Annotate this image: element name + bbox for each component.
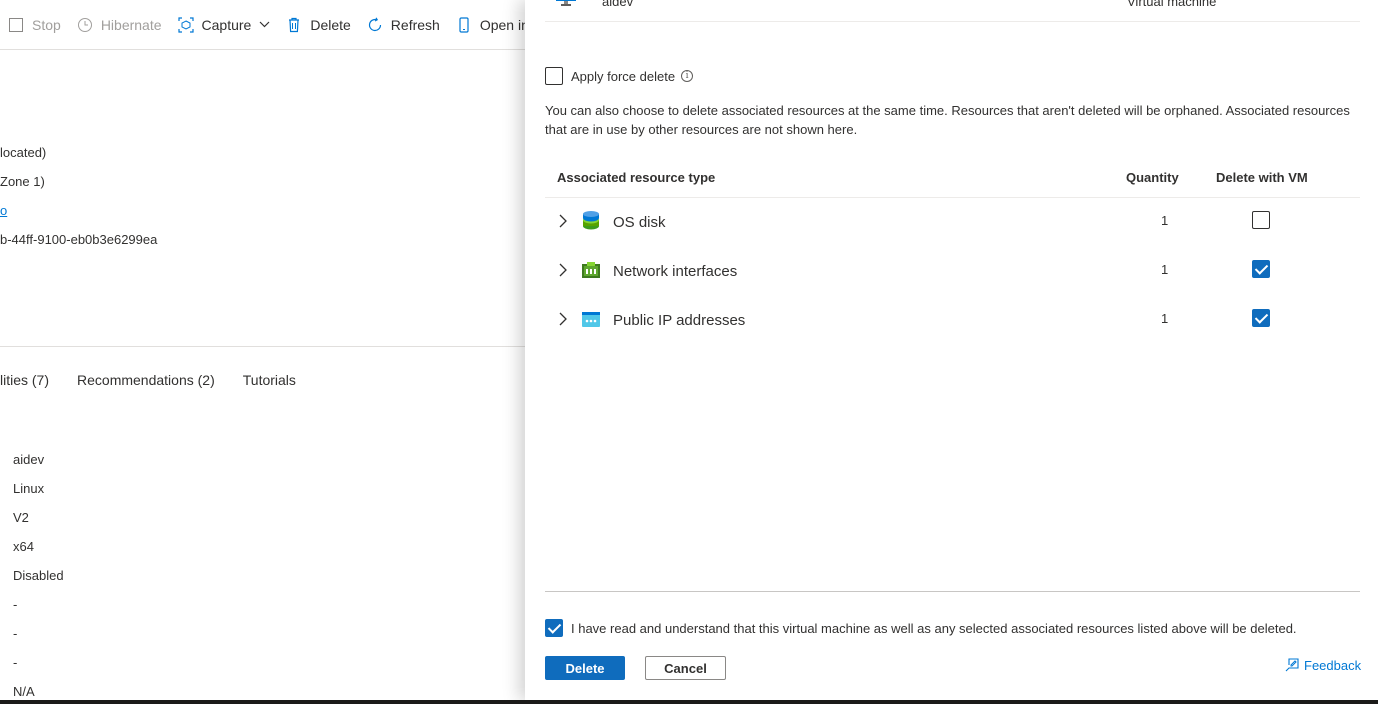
resource-type-name: Network interfaces — [613, 263, 738, 280]
chevron-down-icon — [259, 19, 270, 31]
force-delete-row: Apply force delete i — [545, 67, 694, 85]
stop-label: Stop — [32, 16, 61, 33]
open-in-mobile-label: Open in mo — [479, 16, 525, 33]
delete-vm-panel: aidev Virtual machine Apply force delete… — [525, 0, 1378, 700]
table-row: Network interfaces 1 — [545, 247, 1360, 296]
feedback-icon — [1285, 658, 1299, 672]
associated-resources-description: You can also choose to delete associated… — [545, 103, 1350, 137]
refresh-label: Refresh — [390, 16, 440, 33]
tab-tutorials[interactable]: Tutorials — [243, 372, 296, 400]
resource-quantity: 1 — [1161, 213, 1169, 228]
property-value: Disabled — [13, 568, 64, 583]
hibernate-button[interactable]: Hibernate — [69, 0, 170, 50]
disk-icon — [581, 211, 601, 231]
public-ip-icon — [581, 309, 601, 329]
overview-tabs: lities (7) Recommendations (2) Tutorials — [0, 372, 324, 400]
vm-overview-page: Stop Hibernate Capture Delete Refresh Op… — [0, 0, 525, 700]
resource-quantity: 1 — [1161, 262, 1169, 277]
delete-with-vm-checkbox-network-interfaces[interactable] — [1252, 260, 1270, 278]
hibernate-label: Hibernate — [100, 16, 162, 33]
stop-button[interactable]: Stop — [0, 0, 69, 50]
subscription-link[interactable]: o — [0, 203, 7, 218]
chevron-right-icon[interactable] — [557, 263, 569, 277]
chevron-right-icon[interactable] — [557, 312, 569, 326]
column-header-quantity: Quantity — [1126, 170, 1179, 185]
capture-button[interactable]: Capture — [170, 0, 279, 50]
stop-icon — [8, 17, 24, 33]
mobile-icon — [456, 16, 472, 33]
capture-label: Capture — [201, 16, 252, 33]
resource-type-name: Public IP addresses — [613, 312, 746, 329]
section-divider — [0, 346, 525, 347]
property-value: Linux — [13, 481, 45, 496]
property-value: - — [13, 626, 18, 641]
resource-name: aidev — [602, 0, 634, 9]
info-icon[interactable]: i — [681, 70, 694, 82]
clock-icon — [77, 17, 93, 33]
property-value: x64 — [13, 539, 34, 554]
resource-type: Virtual machine — [1127, 0, 1217, 9]
status-value: located) — [0, 145, 47, 160]
open-in-mobile-button[interactable]: Open in mo — [448, 0, 525, 50]
acknowledge-checkbox[interactable] — [545, 619, 563, 637]
resource-type-name: OS disk — [613, 214, 666, 231]
delete-label: Delete — [310, 16, 351, 33]
property-value: V2 — [13, 510, 29, 525]
acknowledge-label: I have read and understand that this vir… — [571, 620, 1297, 636]
acknowledge-row: I have read and understand that this vir… — [545, 619, 1297, 637]
virtual-machine-icon — [556, 0, 576, 6]
table-row: Public IP addresses 1 — [545, 296, 1360, 345]
feedback-link[interactable]: Feedback — [1284, 657, 1361, 673]
delete-button[interactable]: Delete — [545, 656, 625, 680]
feedback-label: Feedback — [1304, 657, 1362, 673]
bottom-edge — [0, 700, 1378, 704]
location-value: Zone 1) — [0, 174, 45, 189]
property-value: - — [13, 597, 18, 612]
table-header: Associated resource type Quantity Delete… — [545, 160, 1360, 198]
subscription-id-value: b-44ff-9100-eb0b3e6299ea — [0, 232, 158, 247]
column-header-type: Associated resource type — [557, 170, 716, 185]
property-value: - — [13, 655, 18, 670]
chevron-right-icon[interactable] — [557, 214, 569, 228]
associated-resources-table: Associated resource type Quantity Delete… — [545, 160, 1360, 345]
refresh-button[interactable]: Refresh — [359, 0, 448, 50]
cancel-button[interactable]: Cancel — [645, 656, 726, 680]
delete-with-vm-checkbox-public-ip[interactable] — [1252, 309, 1270, 327]
refresh-icon — [367, 16, 383, 33]
footer-divider — [545, 591, 1360, 592]
delete-vm-button[interactable]: Delete — [278, 0, 358, 50]
command-bar: Stop Hibernate Capture Delete Refresh Op… — [0, 0, 525, 50]
capture-icon — [177, 16, 194, 33]
network-interface-icon — [581, 260, 601, 280]
force-delete-label: Apply force delete — [571, 68, 676, 84]
property-value: aidev — [13, 452, 45, 467]
delete-with-vm-checkbox-os-disk[interactable] — [1252, 211, 1270, 229]
force-delete-checkbox[interactable] — [545, 67, 563, 85]
resource-quantity: 1 — [1161, 311, 1169, 326]
tab-capabilities[interactable]: lities (7) — [0, 372, 49, 400]
table-row: OS disk 1 — [545, 198, 1360, 247]
resource-row: aidev Virtual machine — [545, 0, 1360, 22]
tab-recommendations[interactable]: Recommendations (2) — [77, 372, 215, 400]
column-header-delete-with-vm: Delete with VM — [1216, 170, 1308, 185]
trash-icon — [286, 17, 302, 33]
property-value: N/A — [13, 684, 35, 699]
